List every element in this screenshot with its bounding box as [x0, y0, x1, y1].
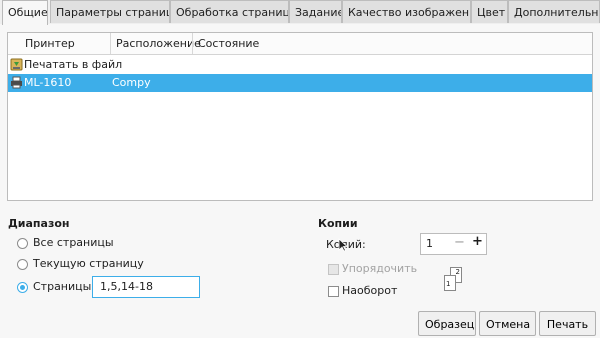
- tab-image-quality[interactable]: Качество изображения: [342, 0, 471, 23]
- current-page-label[interactable]: Текущую страницу: [33, 257, 144, 270]
- tab-page-setup[interactable]: Параметры страницы: [50, 0, 170, 23]
- radio-all-pages[interactable]: [17, 238, 28, 249]
- print-button[interactable]: Печать: [539, 311, 596, 336]
- printer-name: Печатать в файл: [24, 58, 123, 71]
- column-state[interactable]: Состояние: [192, 33, 592, 54]
- copies-count-value[interactable]: 1: [426, 237, 433, 250]
- copies-section-title: Копии: [318, 217, 358, 230]
- range-section-title: Диапазон: [8, 217, 70, 230]
- reverse-checkbox[interactable]: [328, 286, 339, 297]
- tab-job[interactable]: Задание: [289, 0, 342, 23]
- pages-input[interactable]: 1,5,14-18: [92, 276, 200, 298]
- tab-advanced[interactable]: Дополнительно: [508, 0, 600, 23]
- column-printer[interactable]: Принтер: [20, 33, 110, 54]
- printer-row-file[interactable]: Печатать в файл: [8, 56, 592, 74]
- general-tab-panel: Принтер Расположение Состояние Печатать …: [0, 24, 600, 338]
- tab-color[interactable]: Цвет: [471, 0, 508, 23]
- reverse-label[interactable]: Наоборот: [342, 284, 397, 297]
- page-1-thumbnail: 1: [444, 275, 456, 291]
- cancel-button[interactable]: Отмена: [479, 311, 536, 336]
- pages-label[interactable]: Страницы:: [33, 280, 95, 293]
- mouse-cursor-icon: [338, 238, 349, 252]
- printer-list-header: Принтер Расположение Состояние: [8, 33, 592, 55]
- decrement-button[interactable]: −: [454, 235, 465, 250]
- tab-general[interactable]: Общие: [2, 0, 48, 25]
- collate-label[interactable]: Упорядочить: [342, 262, 417, 275]
- collate-checkbox[interactable]: [328, 264, 339, 275]
- preview-button[interactable]: Образец: [418, 311, 476, 336]
- copies-spinbox[interactable]: 1 − +: [420, 233, 487, 255]
- printer-list[interactable]: Принтер Расположение Состояние Печатать …: [7, 32, 593, 201]
- all-pages-label[interactable]: Все страницы: [33, 236, 114, 249]
- tab-page-handling[interactable]: Обработка страницы: [170, 0, 289, 23]
- printer-name: ML-1610: [24, 76, 72, 89]
- save-to-file-icon: [10, 58, 23, 71]
- increment-button[interactable]: +: [472, 234, 483, 249]
- collate-preview-image: 2 1: [442, 267, 466, 293]
- printer-icon: [10, 76, 23, 89]
- radio-current-page[interactable]: [17, 259, 28, 270]
- tab-bar: Общие Параметры страницы Обработка стран…: [0, 0, 600, 25]
- printer-location: Compy: [112, 76, 151, 89]
- printer-row-ml1610[interactable]: ML-1610 Compy: [8, 74, 592, 92]
- column-location[interactable]: Расположение: [110, 33, 201, 54]
- radio-pages[interactable]: [17, 282, 28, 293]
